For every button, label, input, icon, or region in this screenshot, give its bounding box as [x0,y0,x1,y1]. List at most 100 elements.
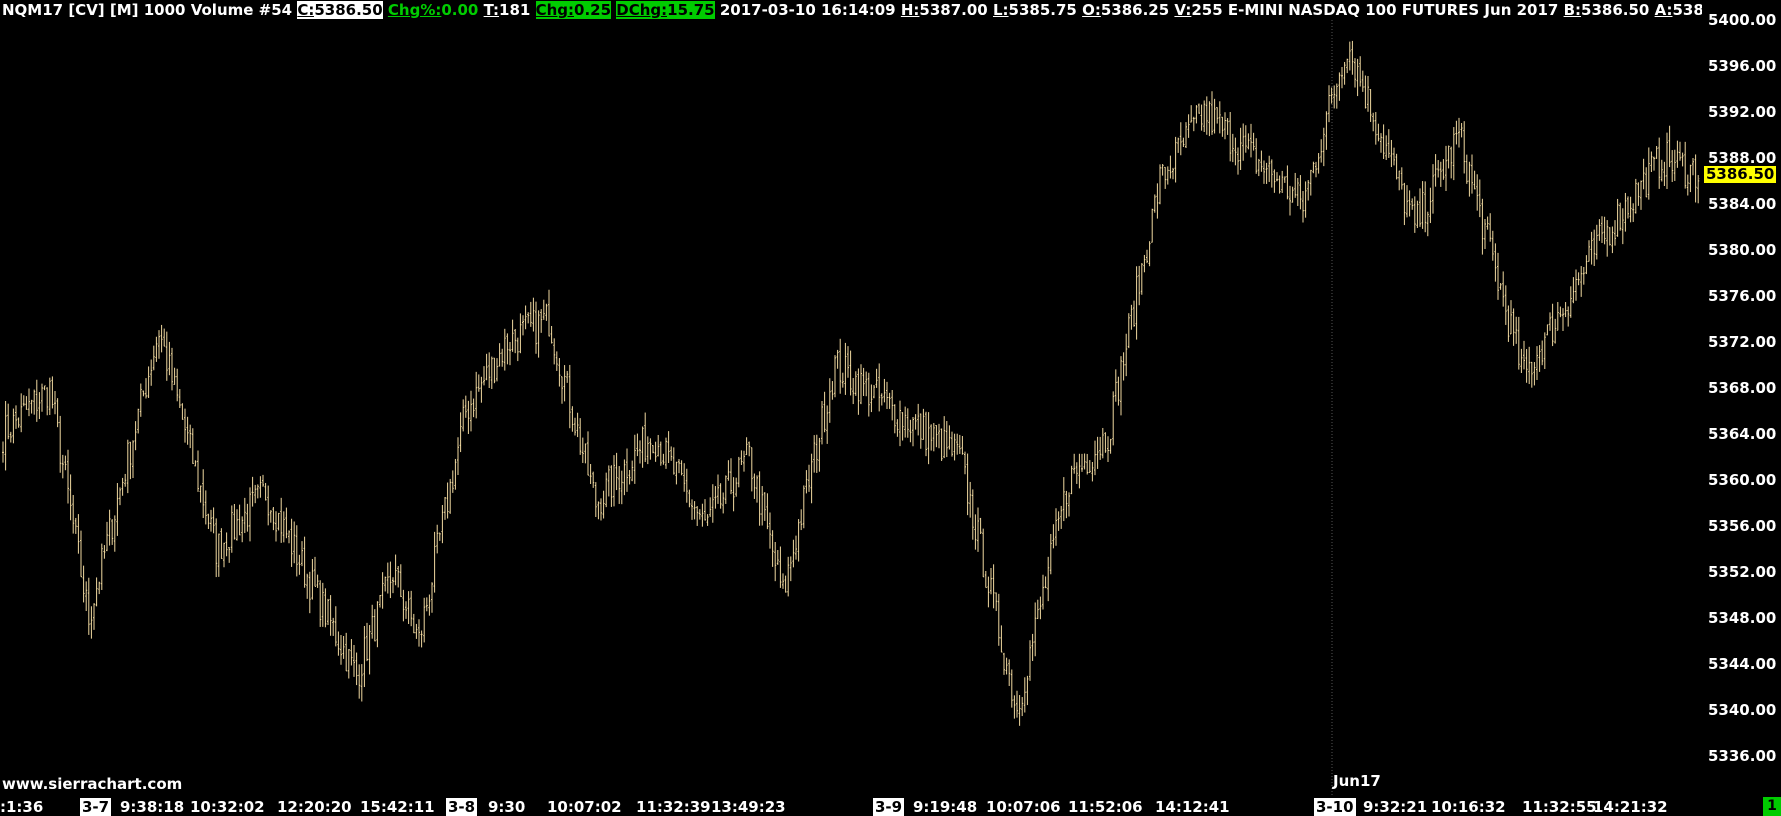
ohlc-bar [1182,137,1185,147]
ohlc-bar [376,601,379,648]
ohlc-bar [334,606,337,647]
ohlc-bar [558,358,561,387]
time-axis[interactable]: :1:36 3-7 9:38:18 10:32:02 12:20:20 15:42:11 3… [0,796,1700,816]
ohlc-bar [306,573,309,599]
ohlc-bar [467,400,470,434]
ohlc-bar [457,437,459,476]
ohlc-bar [1333,85,1336,109]
ohlc-bar [1601,216,1603,243]
ohlc-bar [927,412,930,465]
ohlc-bar [475,371,478,419]
ohlc-bar [1348,41,1351,71]
ohlc-bar [849,350,852,396]
ohlc-bar [659,441,662,466]
ohlc-bar [888,392,891,409]
ohlc-bar [532,297,535,332]
ohlc-bar [813,435,816,473]
ohlc-bar [1073,453,1076,474]
ohlc-bar [1562,308,1564,332]
ohlc-bar [1666,132,1668,189]
ohlc-bar [826,405,829,444]
price-chart[interactable] [0,0,1700,796]
ohlc-bar [766,493,769,530]
ohlc-bar [285,507,288,539]
ohlc-bar [834,355,836,398]
high-label: H: [900,1,920,19]
price-axis-label: 5400.00 [1708,11,1777,29]
ohlc-bar [1390,139,1393,168]
ohlc-bar [797,519,800,562]
price-axis[interactable]: 5400.00 5396.00 5392.00 5388.00 5384.00 5380.… [1700,0,1781,800]
ohlc-bar [948,425,951,450]
ohlc-bar [1398,170,1401,191]
status-indicator[interactable]: 1 [1763,797,1781,816]
ohlc-bar [1616,198,1619,237]
ohlc-bar [121,477,124,496]
ohlc-bar [753,473,756,499]
ohlc-bar [802,485,805,529]
ohlc-bar [1231,133,1234,163]
ohlc-bar [41,383,43,412]
ohlc-bar [1367,76,1369,112]
ohlc-bar [922,408,925,441]
ohlc-bar [433,531,436,593]
ohlc-bar [139,383,142,417]
ohlc-bar [1117,376,1120,406]
ohlc-bar [360,664,363,702]
ohlc-bar [620,470,623,505]
ohlc-bar [1421,181,1424,229]
ohlc-bar [628,470,631,485]
time-axis-label: 9:30 [488,798,526,816]
ohlc-bar [464,395,467,418]
ohlc-bar [1060,505,1063,529]
ohlc-bar [33,389,36,415]
ohlc-bar [1528,346,1531,385]
ohlc-bar [1042,574,1044,610]
instrument-description: E-MINI NASDAQ 100 FUTURES Jun 2017 [1227,1,1559,19]
ohlc-bar [1484,219,1486,250]
ohlc-bar [930,424,933,451]
ohlc-bar [290,518,293,567]
ohlc-bar [80,530,82,578]
ohlc-bar [945,421,948,458]
ohlc-bar [12,408,15,444]
ohlc-bar [1021,697,1024,717]
ohlc-bar [371,604,374,639]
ohlc-bar [951,431,953,457]
ohlc-bar [319,580,322,627]
ask-value: 5386.75 1x13 [1672,1,1702,19]
ohlc-bar [392,577,394,594]
ohlc-bar [1044,576,1047,589]
ohlc-bar [680,460,683,476]
ohlc-bar [784,575,787,593]
ohlc-bar [584,443,587,464]
ohlc-bar [132,440,134,479]
ohlc-bar [1673,149,1676,181]
ohlc-bar [1016,690,1018,718]
ohlc-bar [722,492,725,514]
ohlc-bar [1247,133,1250,150]
ohlc-bar [1624,192,1627,232]
ohlc-bar [1140,263,1143,295]
ohlc-bar [503,328,506,371]
ohlc-bar [1697,175,1700,204]
ohlc-bar [605,472,608,508]
ohlc-bar [1335,83,1338,109]
ohlc-bar [917,403,920,436]
ohlc-bar [1291,186,1294,203]
time-axis-label: 9:19:48 [913,798,978,816]
ohlc-bar [912,417,914,447]
chart-window: NQM17 [CV] [M] 1000 Volume #54 C:5386.50… [0,0,1781,816]
ohlc-bar [1052,524,1055,549]
ohlc-bar [1299,175,1302,210]
ohlc-bar [9,431,12,443]
ohlc-bar [776,550,779,565]
ohlc-bar [1502,271,1505,307]
ohlc-bar [1270,159,1273,188]
ohlc-bar [1146,249,1148,264]
ask-label: A: [1654,1,1673,19]
ohlc-bar [51,376,54,409]
ohlc-bar [1083,453,1086,470]
ohlc-bar [1515,316,1518,344]
ohlc-bar [1442,159,1445,180]
